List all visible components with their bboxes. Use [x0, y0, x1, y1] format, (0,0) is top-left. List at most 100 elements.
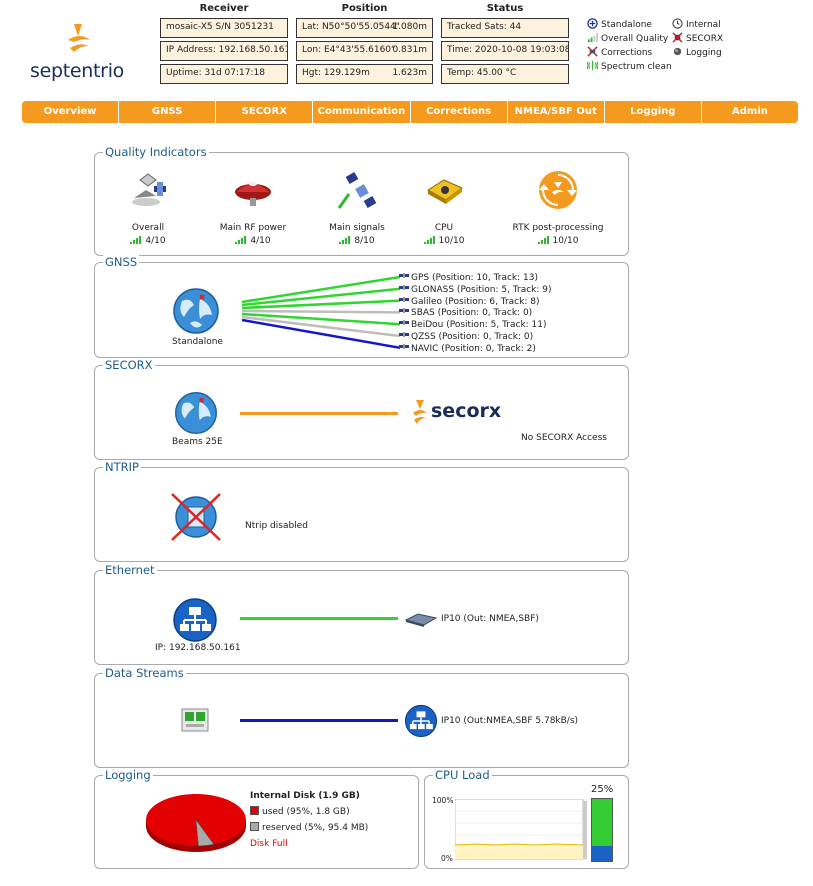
legend-spectrum: Spectrum clean — [587, 60, 672, 74]
nav-admin[interactable]: Admin — [702, 101, 798, 123]
gnss-mode: Standalone — [172, 337, 223, 347]
main-nav: Overview GNSS SECORX Communication Corre… — [22, 101, 798, 123]
nav-secorx[interactable]: SECORX — [216, 101, 314, 123]
signal-satellite-icon-graphic — [337, 172, 377, 209]
status-sats: Tracked Sats: 44 — [441, 18, 569, 38]
disk-used: used (95%, 1.8 GB) — [262, 807, 350, 817]
antenna-icon-graphic — [235, 182, 271, 206]
secorx-status: No SECORX Access — [521, 433, 607, 443]
secorx-icon — [672, 32, 683, 43]
cpu-gauge — [591, 798, 613, 862]
quality-score-value: 8/10 — [354, 236, 375, 246]
disk-status: Disk Full — [250, 839, 288, 849]
legend-right: Internal SECORX Logging — [672, 18, 723, 60]
satellite-icon — [126, 168, 170, 212]
network-icon — [173, 598, 217, 642]
quality-label: Overall — [131, 223, 165, 233]
constellation-item: Galileo (Position: 6, Track: 8) — [399, 295, 539, 307]
constellation-item: GLONASS (Position: 5, Track: 9) — [399, 283, 552, 295]
constellation-link-line — [241, 275, 401, 304]
legend-secorx: SECORX — [672, 32, 723, 46]
globe-beam-icon — [175, 392, 217, 434]
septentrio-logo-icon — [68, 24, 90, 52]
quality-score: 10/10 — [384, 236, 504, 246]
quality-score-value: 4/10 — [250, 236, 271, 246]
secorx-beam: Beams 25E — [172, 437, 223, 447]
logging-title: Logging — [103, 768, 153, 782]
quality-score: 4/10 — [193, 236, 313, 246]
position-lat: Lat: N50°50'55.0544" 1.080m — [296, 18, 433, 38]
ntrip-disabled-icon — [171, 493, 221, 541]
disk-used-legend: used (95%, 1.8 GB) — [250, 806, 350, 817]
cpu-gauge-fill — [592, 845, 612, 861]
lat-error: 1.080m — [392, 22, 427, 32]
satellite-icon — [399, 320, 409, 326]
disk-reserved-legend: reserved (5%, 95.4 MB) — [250, 822, 368, 833]
corrections-icon — [587, 46, 598, 57]
antenna-icon — [231, 168, 275, 212]
legend-corrections-label: Corrections — [601, 48, 653, 58]
reserved-swatch — [250, 822, 259, 831]
constellation-label: GPS (Position: 10, Track: 13) — [411, 273, 539, 283]
receiver-model: mosaic-X5 S/N 3051231 — [160, 18, 288, 38]
streams-port: IP10 (Out:NMEA,SBF 5.78kB/s) — [441, 716, 579, 726]
constellation-item: GPS (Position: 10, Track: 13) — [399, 271, 538, 283]
quality-score: 4/10 — [88, 236, 208, 246]
nav-logging[interactable]: Logging — [605, 101, 702, 123]
receiver-title: Receiver — [199, 3, 249, 14]
position-lon: Lon: E4°43'55.6160" 0.831m — [296, 41, 433, 61]
satellite-icon — [399, 284, 409, 290]
disk-reserved: reserved (5%, 95.4 MB) — [262, 823, 369, 833]
ntrip-title: NTRIP — [103, 460, 141, 474]
secorx-logo-icon — [413, 400, 427, 424]
legend-standalone-label: Standalone — [601, 20, 652, 30]
receiver-device-icon — [404, 613, 438, 627]
secorx-logo-text: secorx — [431, 400, 502, 422]
brand-name: septentrio — [30, 60, 124, 82]
ethernet-port: IP10 (Out: NMEA,SBF) — [441, 614, 539, 624]
quality-bars-icon — [130, 236, 142, 244]
secorx-title: SECORX — [103, 358, 155, 372]
clock-icon — [672, 18, 683, 29]
legend-quality: Overall Quality — [587, 32, 672, 46]
satellite-icon — [399, 273, 409, 278]
legend-logging: Logging — [672, 46, 723, 60]
nav-overview[interactable]: Overview — [22, 101, 120, 123]
quality-score-value: 10/10 — [438, 236, 465, 246]
ethernet-link-line — [240, 617, 398, 620]
satellite-icon — [399, 308, 409, 314]
rtk-icon — [536, 168, 580, 212]
quality-score-value: 10/10 — [552, 236, 579, 246]
constellation-item: SBAS (Position: 0, Track: 0) — [399, 306, 532, 318]
constellation-item: BeiDou (Position: 5, Track: 11) — [399, 318, 547, 330]
legend-corrections: Corrections — [587, 46, 672, 60]
legend-spectrum-label: Spectrum clean — [601, 62, 672, 72]
satellite-icon — [399, 332, 409, 337]
cpu-icon-graphic — [427, 179, 463, 204]
cpu-history-chart — [455, 799, 587, 860]
hgt-error: 1.623m — [392, 68, 427, 78]
quality-label: RTK post-processing — [512, 223, 604, 233]
logging-icon — [673, 47, 682, 56]
ntrip-status: Ntrip disabled — [245, 521, 308, 531]
receiver-ip: IP Address: 192.168.50.161 — [160, 41, 288, 61]
standalone-icon — [587, 18, 598, 29]
network-out-icon — [404, 704, 438, 738]
nav-nmea-sbf-out[interactable]: NMEA/SBF Out — [508, 101, 605, 123]
constellation-item: QZSS (Position: 0, Track: 0) — [399, 330, 533, 342]
constellation-label: Galileo (Position: 6, Track: 8) — [411, 296, 540, 307]
receiver-module-icon — [181, 708, 209, 732]
nav-corrections[interactable]: Corrections — [411, 101, 508, 123]
constellation-label: QZSS (Position: 0, Track: 0) — [411, 332, 534, 342]
streams-link-line — [240, 719, 398, 722]
nav-communication[interactable]: Communication — [313, 101, 411, 123]
rtk-icon-graphic — [539, 171, 577, 209]
ethernet-title: Ethernet — [103, 563, 157, 577]
satellite-icon — [399, 296, 409, 302]
legend-internal-label: Internal — [686, 20, 721, 30]
nav-gnss[interactable]: GNSS — [119, 101, 217, 123]
satellite-icon-graphic — [132, 173, 166, 206]
disk-title: Internal Disk (1.9 GB) — [250, 791, 360, 801]
quality-score: 10/10 — [498, 236, 618, 246]
quality-bars-icon — [339, 236, 351, 244]
